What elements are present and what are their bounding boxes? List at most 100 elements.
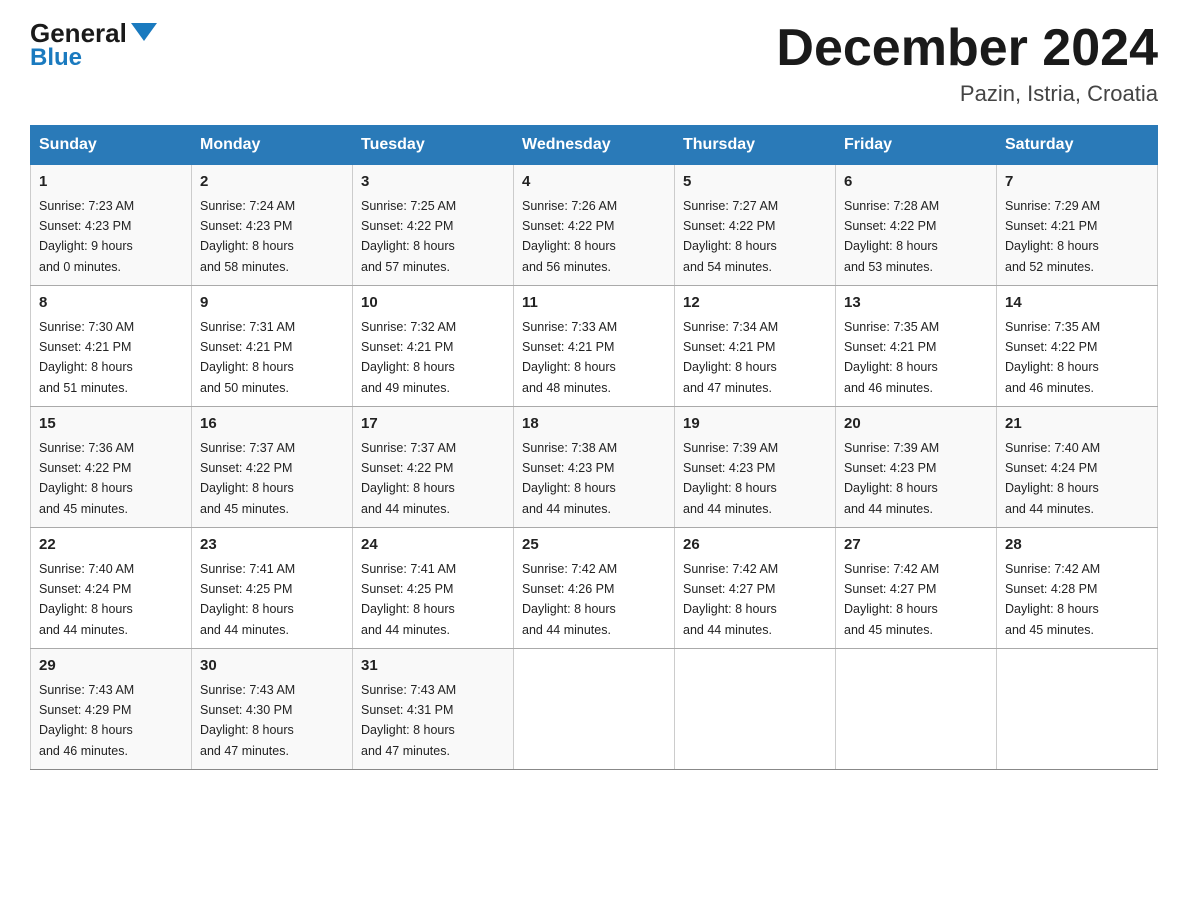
day-info: Sunrise: 7:36 AMSunset: 4:22 PMDaylight:…	[39, 441, 134, 516]
day-info: Sunrise: 7:42 AMSunset: 4:28 PMDaylight:…	[1005, 562, 1100, 637]
calendar-day-cell: 4 Sunrise: 7:26 AMSunset: 4:22 PMDayligh…	[514, 165, 675, 286]
header-thursday: Thursday	[675, 126, 836, 165]
logo: General Blue	[30, 20, 157, 72]
calendar-day-cell: 19 Sunrise: 7:39 AMSunset: 4:23 PMDaylig…	[675, 407, 836, 528]
day-info: Sunrise: 7:26 AMSunset: 4:22 PMDaylight:…	[522, 199, 617, 274]
weekday-header-row: Sunday Monday Tuesday Wednesday Thursday…	[31, 126, 1158, 165]
calendar-day-cell: 7 Sunrise: 7:29 AMSunset: 4:21 PMDayligh…	[997, 165, 1158, 286]
logo-general-text: General	[30, 20, 127, 46]
calendar-day-cell: 13 Sunrise: 7:35 AMSunset: 4:21 PMDaylig…	[836, 286, 997, 407]
day-info: Sunrise: 7:23 AMSunset: 4:23 PMDaylight:…	[39, 199, 134, 274]
location: Pazin, Istria, Croatia	[776, 81, 1158, 107]
logo-general: General	[30, 20, 157, 46]
day-number: 17	[361, 413, 505, 436]
calendar-day-cell: 25 Sunrise: 7:42 AMSunset: 4:26 PMDaylig…	[514, 528, 675, 649]
day-info: Sunrise: 7:41 AMSunset: 4:25 PMDaylight:…	[361, 562, 456, 637]
day-info: Sunrise: 7:43 AMSunset: 4:31 PMDaylight:…	[361, 683, 456, 758]
day-info: Sunrise: 7:42 AMSunset: 4:26 PMDaylight:…	[522, 562, 617, 637]
day-number: 8	[39, 292, 183, 315]
calendar-week-row: 15 Sunrise: 7:36 AMSunset: 4:22 PMDaylig…	[31, 407, 1158, 528]
calendar-week-row: 8 Sunrise: 7:30 AMSunset: 4:21 PMDayligh…	[31, 286, 1158, 407]
day-info: Sunrise: 7:41 AMSunset: 4:25 PMDaylight:…	[200, 562, 295, 637]
day-info: Sunrise: 7:39 AMSunset: 4:23 PMDaylight:…	[683, 441, 778, 516]
day-info: Sunrise: 7:40 AMSunset: 4:24 PMDaylight:…	[1005, 441, 1100, 516]
calendar-day-cell: 26 Sunrise: 7:42 AMSunset: 4:27 PMDaylig…	[675, 528, 836, 649]
calendar-day-cell: 14 Sunrise: 7:35 AMSunset: 4:22 PMDaylig…	[997, 286, 1158, 407]
calendar-day-cell: 11 Sunrise: 7:33 AMSunset: 4:21 PMDaylig…	[514, 286, 675, 407]
day-number: 19	[683, 413, 827, 436]
day-number: 20	[844, 413, 988, 436]
day-number: 12	[683, 292, 827, 315]
day-info: Sunrise: 7:34 AMSunset: 4:21 PMDaylight:…	[683, 320, 778, 395]
day-number: 5	[683, 171, 827, 194]
day-number: 21	[1005, 413, 1149, 436]
day-number: 23	[200, 534, 344, 557]
day-info: Sunrise: 7:31 AMSunset: 4:21 PMDaylight:…	[200, 320, 295, 395]
day-number: 31	[361, 655, 505, 678]
calendar-day-cell: 16 Sunrise: 7:37 AMSunset: 4:22 PMDaylig…	[192, 407, 353, 528]
day-number: 7	[1005, 171, 1149, 194]
calendar-day-cell	[836, 649, 997, 770]
day-info: Sunrise: 7:42 AMSunset: 4:27 PMDaylight:…	[844, 562, 939, 637]
day-info: Sunrise: 7:28 AMSunset: 4:22 PMDaylight:…	[844, 199, 939, 274]
calendar-day-cell	[997, 649, 1158, 770]
calendar-day-cell: 18 Sunrise: 7:38 AMSunset: 4:23 PMDaylig…	[514, 407, 675, 528]
day-info: Sunrise: 7:42 AMSunset: 4:27 PMDaylight:…	[683, 562, 778, 637]
day-number: 3	[361, 171, 505, 194]
day-number: 16	[200, 413, 344, 436]
day-info: Sunrise: 7:32 AMSunset: 4:21 PMDaylight:…	[361, 320, 456, 395]
calendar-day-cell: 29 Sunrise: 7:43 AMSunset: 4:29 PMDaylig…	[31, 649, 192, 770]
calendar-day-cell: 8 Sunrise: 7:30 AMSunset: 4:21 PMDayligh…	[31, 286, 192, 407]
page-header: General Blue December 2024 Pazin, Istria…	[30, 20, 1158, 107]
day-number: 27	[844, 534, 988, 557]
day-number: 2	[200, 171, 344, 194]
calendar-day-cell: 10 Sunrise: 7:32 AMSunset: 4:21 PMDaylig…	[353, 286, 514, 407]
calendar-day-cell	[675, 649, 836, 770]
day-number: 25	[522, 534, 666, 557]
day-number: 18	[522, 413, 666, 436]
day-info: Sunrise: 7:43 AMSunset: 4:30 PMDaylight:…	[200, 683, 295, 758]
day-info: Sunrise: 7:30 AMSunset: 4:21 PMDaylight:…	[39, 320, 134, 395]
calendar-day-cell: 9 Sunrise: 7:31 AMSunset: 4:21 PMDayligh…	[192, 286, 353, 407]
day-number: 26	[683, 534, 827, 557]
day-number: 14	[1005, 292, 1149, 315]
calendar-day-cell: 31 Sunrise: 7:43 AMSunset: 4:31 PMDaylig…	[353, 649, 514, 770]
calendar-day-cell	[514, 649, 675, 770]
day-info: Sunrise: 7:38 AMSunset: 4:23 PMDaylight:…	[522, 441, 617, 516]
logo-arrow-icon	[131, 23, 157, 41]
header-friday: Friday	[836, 126, 997, 165]
title-block: December 2024 Pazin, Istria, Croatia	[776, 20, 1158, 107]
calendar-day-cell: 23 Sunrise: 7:41 AMSunset: 4:25 PMDaylig…	[192, 528, 353, 649]
header-monday: Monday	[192, 126, 353, 165]
day-number: 15	[39, 413, 183, 436]
calendar-week-row: 29 Sunrise: 7:43 AMSunset: 4:29 PMDaylig…	[31, 649, 1158, 770]
day-number: 4	[522, 171, 666, 194]
calendar-day-cell: 24 Sunrise: 7:41 AMSunset: 4:25 PMDaylig…	[353, 528, 514, 649]
header-sunday: Sunday	[31, 126, 192, 165]
calendar-day-cell: 2 Sunrise: 7:24 AMSunset: 4:23 PMDayligh…	[192, 165, 353, 286]
day-info: Sunrise: 7:35 AMSunset: 4:22 PMDaylight:…	[1005, 320, 1100, 395]
day-info: Sunrise: 7:40 AMSunset: 4:24 PMDaylight:…	[39, 562, 134, 637]
calendar-day-cell: 30 Sunrise: 7:43 AMSunset: 4:30 PMDaylig…	[192, 649, 353, 770]
calendar-day-cell: 5 Sunrise: 7:27 AMSunset: 4:22 PMDayligh…	[675, 165, 836, 286]
month-title: December 2024	[776, 20, 1158, 77]
calendar-day-cell: 27 Sunrise: 7:42 AMSunset: 4:27 PMDaylig…	[836, 528, 997, 649]
calendar-table: Sunday Monday Tuesday Wednesday Thursday…	[30, 125, 1158, 770]
calendar-week-row: 22 Sunrise: 7:40 AMSunset: 4:24 PMDaylig…	[31, 528, 1158, 649]
day-number: 30	[200, 655, 344, 678]
day-info: Sunrise: 7:37 AMSunset: 4:22 PMDaylight:…	[361, 441, 456, 516]
day-number: 11	[522, 292, 666, 315]
day-info: Sunrise: 7:35 AMSunset: 4:21 PMDaylight:…	[844, 320, 939, 395]
day-info: Sunrise: 7:37 AMSunset: 4:22 PMDaylight:…	[200, 441, 295, 516]
day-number: 28	[1005, 534, 1149, 557]
header-wednesday: Wednesday	[514, 126, 675, 165]
calendar-week-row: 1 Sunrise: 7:23 AMSunset: 4:23 PMDayligh…	[31, 165, 1158, 286]
day-number: 13	[844, 292, 988, 315]
day-info: Sunrise: 7:24 AMSunset: 4:23 PMDaylight:…	[200, 199, 295, 274]
header-saturday: Saturday	[997, 126, 1158, 165]
day-number: 1	[39, 171, 183, 194]
day-info: Sunrise: 7:33 AMSunset: 4:21 PMDaylight:…	[522, 320, 617, 395]
day-info: Sunrise: 7:27 AMSunset: 4:22 PMDaylight:…	[683, 199, 778, 274]
day-number: 10	[361, 292, 505, 315]
logo-blue-text: Blue	[30, 44, 82, 72]
